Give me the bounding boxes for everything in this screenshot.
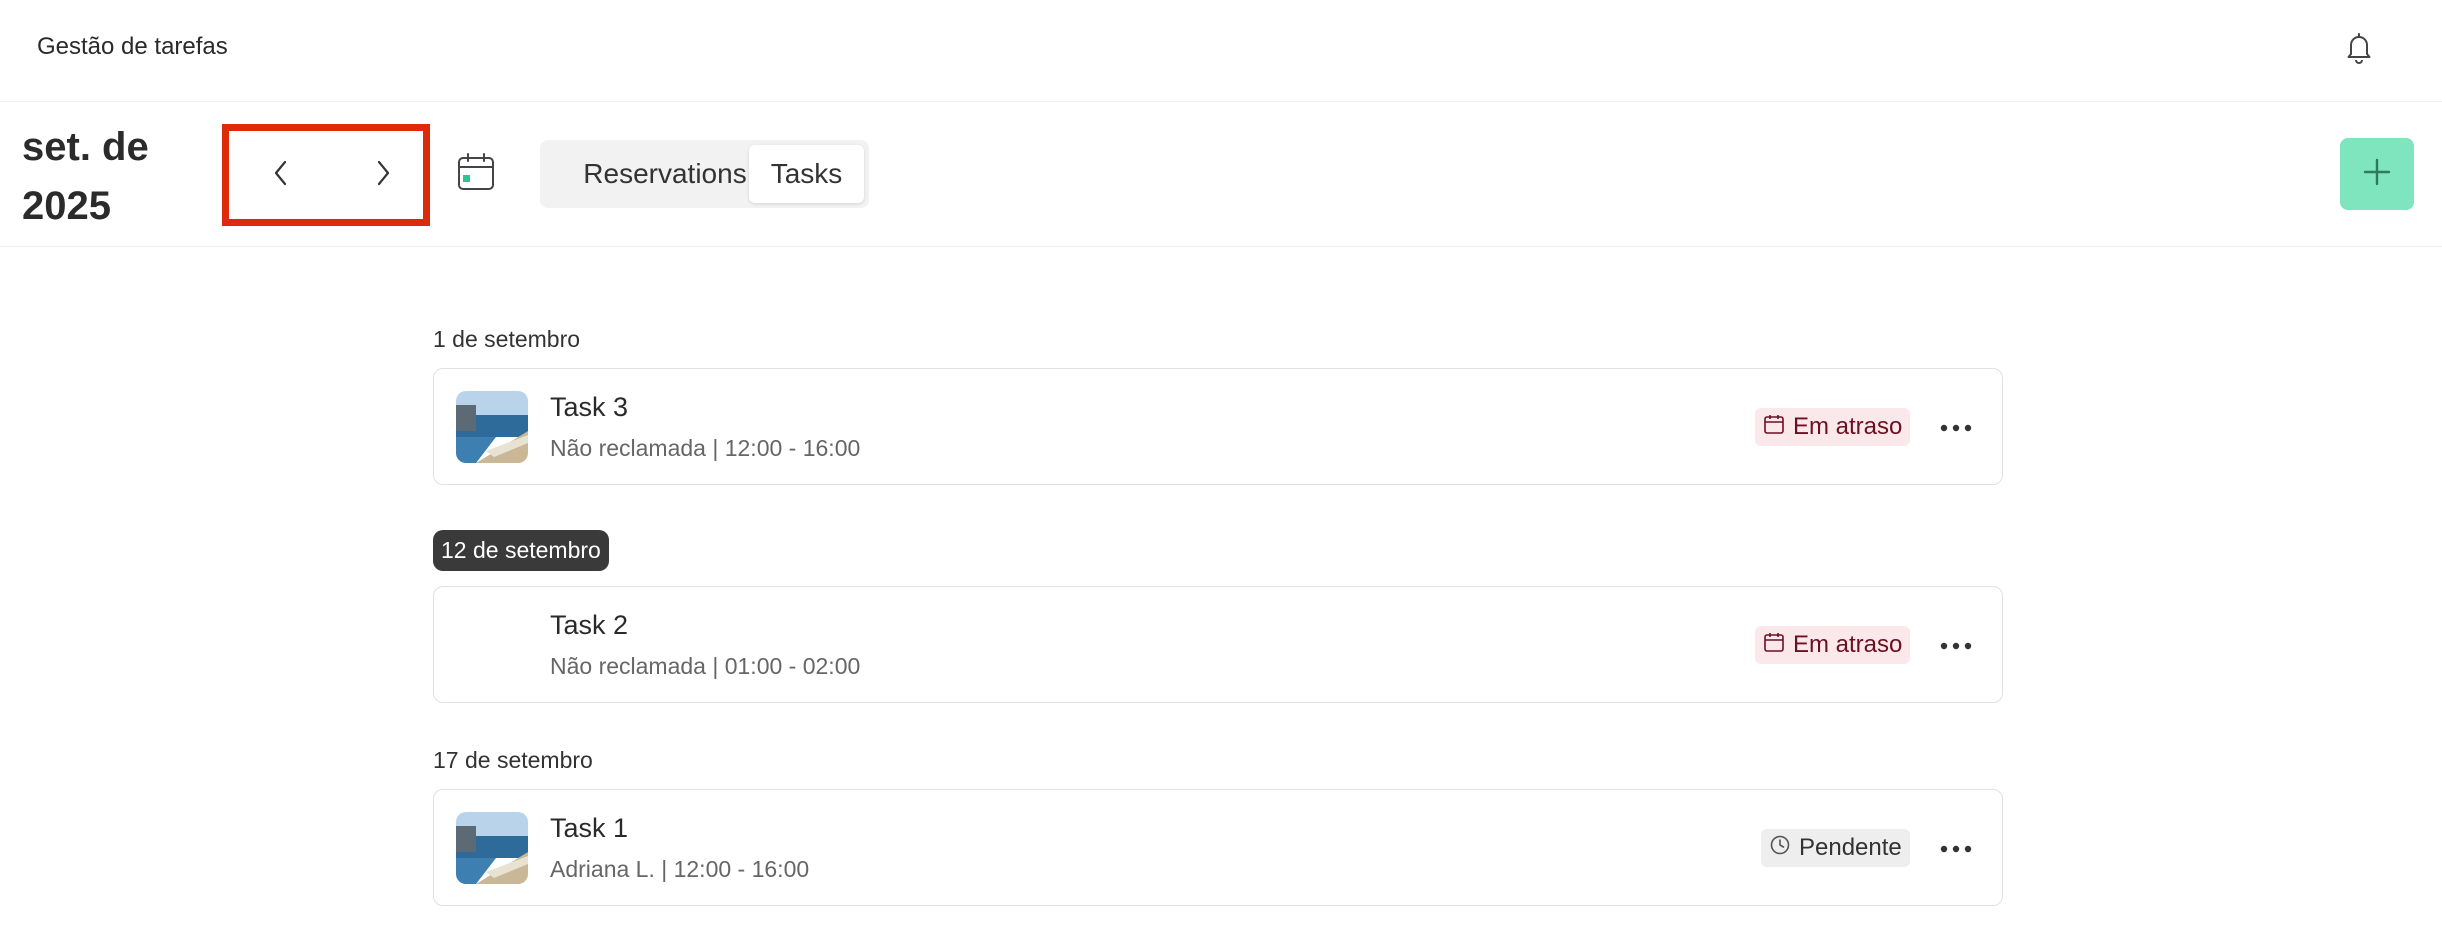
- task-name: Task 2: [550, 610, 629, 640]
- month-navigation-highlight: [222, 124, 430, 226]
- task-meta: Não reclamada | 01:00 - 02:00: [550, 653, 861, 679]
- task-image: [456, 812, 528, 884]
- calendar-icon: [1763, 631, 1785, 660]
- task-meta: Adriana L. | 12:00 - 16:00: [550, 856, 810, 882]
- app-title: Gestão de tarefas: [37, 33, 228, 60]
- status-label: Pendente: [1799, 834, 1902, 861]
- more-horizontal-icon: [1940, 419, 1972, 437]
- more-options-button[interactable]: [1936, 631, 1976, 661]
- calendar-today-icon: [454, 153, 498, 198]
- add-task-button[interactable]: [2340, 138, 2414, 210]
- calendar-toolbar: set. de 2025 Reservations Tasks: [0, 102, 2442, 247]
- view-tabs: Reservations Tasks: [540, 140, 869, 208]
- status-label: Em atraso: [1793, 413, 1903, 440]
- task-name: Task 1: [550, 813, 629, 843]
- status-badge: Pendente: [1761, 829, 1910, 867]
- next-month-button[interactable]: [353, 149, 413, 201]
- today-calendar-button[interactable]: [454, 150, 498, 194]
- more-options-button[interactable]: [1936, 834, 1976, 864]
- task-card[interactable]: Task 3 Não reclamada | 12:00 - 16:00 Em …: [433, 368, 2003, 485]
- calendar-icon: [1763, 413, 1785, 442]
- chevron-right-icon: [373, 158, 393, 193]
- clock-icon: [1769, 834, 1791, 863]
- task-card[interactable]: Task 2 Não reclamada | 01:00 - 02:00 Em …: [433, 586, 2003, 703]
- date-heading: 1 de setembro: [433, 326, 581, 352]
- task-name: Task 3: [550, 392, 629, 422]
- more-options-button[interactable]: [1936, 413, 1976, 443]
- date-heading-today: 12 de setembro: [433, 530, 609, 571]
- plus-icon: [2359, 154, 2395, 195]
- bell-icon[interactable]: [2342, 30, 2376, 66]
- date-heading: 17 de setembro: [433, 747, 593, 773]
- status-label: Em atraso: [1793, 631, 1903, 658]
- more-horizontal-icon: [1940, 840, 1972, 858]
- task-card[interactable]: Task 1 Adriana L. | 12:00 - 16:00 Penden…: [433, 789, 2003, 906]
- tab-tasks[interactable]: Tasks: [749, 145, 864, 203]
- task-meta: Não reclamada | 12:00 - 16:00: [550, 435, 861, 461]
- chevron-left-icon: [271, 158, 291, 193]
- task-image: [456, 391, 528, 463]
- more-horizontal-icon: [1940, 637, 1972, 655]
- status-badge: Em atraso: [1755, 626, 1911, 664]
- previous-month-button[interactable]: [251, 149, 311, 201]
- status-badge: Em atraso: [1755, 408, 1911, 446]
- top-bar: Gestão de tarefas: [0, 0, 2442, 102]
- month-title: set. de 2025: [22, 125, 149, 228]
